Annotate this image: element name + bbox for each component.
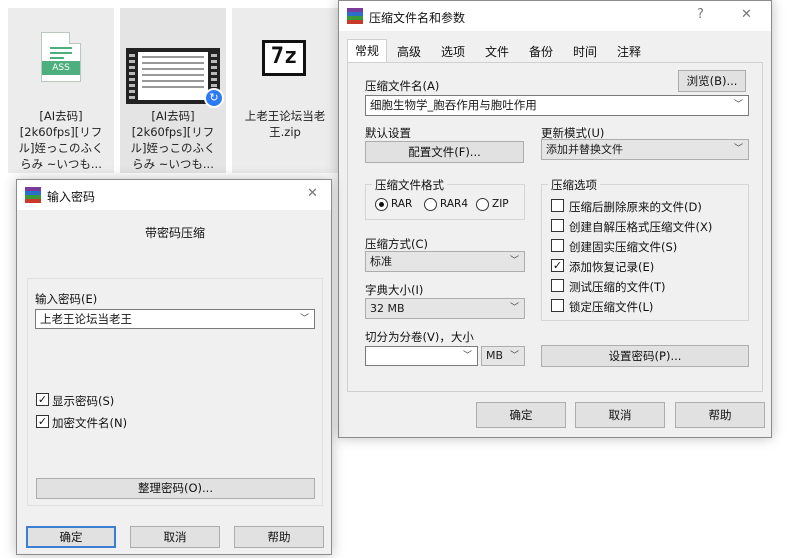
dialog-title: 压缩文件名和参数 xyxy=(369,11,466,25)
default-settings-label: 默认设置 xyxy=(365,126,411,140)
file-name: [AI去码] [2k60fps][リフ ル]姪っこのふく らみ ~いつも... xyxy=(130,109,216,171)
dialog-titlebar: 压缩文件名和参数 ? ✕ xyxy=(339,1,771,31)
tab-general[interactable]: 常规 xyxy=(347,39,387,63)
sync-badge-icon: ↻ xyxy=(204,88,224,108)
7z-archive-icon: 7z xyxy=(262,40,306,76)
split-unit-select[interactable]: MB ﹀ xyxy=(481,346,525,366)
archive-name-label: 压缩文件名(A) xyxy=(365,79,440,93)
recovery-record-checkbox[interactable]: ✓ xyxy=(551,259,564,272)
ok-button[interactable]: 确定 xyxy=(476,402,566,428)
split-label: 切分为分卷(V)，大小 xyxy=(365,330,474,344)
set-password-button[interactable]: 设置密码(P)... xyxy=(541,345,749,367)
tab-time[interactable]: 时间 xyxy=(567,41,603,63)
sfx-checkbox[interactable] xyxy=(551,219,564,232)
password-input[interactable]: 上老王论坛当老王 ﹀ xyxy=(35,309,315,329)
cancel-button[interactable]: 取消 xyxy=(130,526,220,548)
format-zip-radio[interactable] xyxy=(476,198,489,211)
show-password-checkbox[interactable]: ✓ xyxy=(36,393,49,406)
format-group: 压缩文件格式 RAR RAR4 ZIP xyxy=(365,177,525,220)
format-rar4-radio[interactable] xyxy=(424,198,437,211)
file-name: [AI去码] [2k60fps][リフ ル]姪っこのふく らみ ~いつも... xyxy=(18,109,104,171)
tab-files[interactable]: 文件 xyxy=(479,41,515,63)
split-size-input[interactable]: ﹀ xyxy=(365,346,478,366)
file-tile-video[interactable]: ↻ [AI去码] [2k60fps][リフ ル]姪っこのふく らみ ~いつも... xyxy=(120,8,226,173)
help-icon[interactable]: ? xyxy=(697,7,704,22)
winrar-app-icon xyxy=(347,8,363,24)
profiles-button[interactable]: 配置文件(F)... xyxy=(365,141,524,163)
ok-button[interactable]: 确定 xyxy=(26,526,116,548)
tab-advanced[interactable]: 高级 xyxy=(391,41,427,63)
archive-params-dialog: 压缩文件名和参数 ? ✕ 常规 高级 选项 文件 备份 时间 注释 压缩文件名(… xyxy=(338,0,772,438)
password-panel: 输入密码(E) 上老王论坛当老王 ﹀ ✓ 显示密码(S) ✓ 加密文件名(N) 整… xyxy=(27,278,323,506)
method-select[interactable]: 标准 ﹀ xyxy=(365,251,525,272)
organize-passwords-button[interactable]: 整理密码(O)... xyxy=(36,478,315,499)
file-tile-ass[interactable]: ASS [AI去码] [2k60fps][リフ ル]姪っこのふく らみ ~いつも... xyxy=(8,8,114,173)
dict-select[interactable]: 32 MB ﹀ xyxy=(365,298,525,319)
solid-checkbox[interactable] xyxy=(551,239,564,252)
method-label: 压缩方式(C) xyxy=(365,237,429,251)
password-label: 输入密码(E) xyxy=(35,292,98,306)
tab-panel: 压缩文件名(A) 浏览(B)... 细胞生物学_胞吞作用与胞吐作用 ﹀ 默认设置 … xyxy=(347,62,763,392)
dialog-title: 输入密码 xyxy=(47,190,96,204)
test-files-checkbox[interactable] xyxy=(551,279,564,292)
dialog-heading: 带密码压缩 xyxy=(144,226,205,240)
winrar-app-icon xyxy=(25,187,41,203)
tab-options[interactable]: 选项 xyxy=(435,41,471,63)
archive-name-input[interactable]: 细胞生物学_胞吞作用与胞吐作用 ﹀ xyxy=(365,95,749,116)
file-name: 上老王论坛当老 王.zip xyxy=(244,109,326,139)
dict-label: 字典大小(I) xyxy=(365,283,424,297)
tab-backup[interactable]: 备份 xyxy=(523,41,559,63)
help-button[interactable]: 帮助 xyxy=(234,526,324,548)
close-icon[interactable]: ✕ xyxy=(307,186,318,201)
browse-button[interactable]: 浏览(B)... xyxy=(678,70,746,92)
lock-archive-checkbox[interactable] xyxy=(551,299,564,312)
help-button[interactable]: 帮助 xyxy=(675,402,765,428)
ass-file-icon: ASS xyxy=(41,32,81,82)
update-mode-select[interactable]: 添加并替换文件 ﹀ xyxy=(541,139,749,160)
dialog-titlebar: 输入密码 ✕ xyxy=(17,180,331,210)
cancel-button[interactable]: 取消 xyxy=(575,402,665,428)
format-rar-radio[interactable] xyxy=(375,198,388,211)
password-dialog: 输入密码 ✕ 带密码压缩 输入密码(E) 上老王论坛当老王 ﹀ ✓ 显示密码(S)… xyxy=(16,179,332,555)
file-tile-zip[interactable]: 7z 上老王论坛当老 王.zip xyxy=(232,8,338,173)
close-icon[interactable]: ✕ xyxy=(741,7,752,22)
encrypt-names-checkbox[interactable]: ✓ xyxy=(36,415,49,428)
options-group: 压缩选项 压缩后删除原来的文件(D) 创建自解压格式压缩文件(X) 创建固实压缩… xyxy=(541,177,749,321)
delete-after-checkbox[interactable] xyxy=(551,199,564,212)
tab-comment[interactable]: 注释 xyxy=(611,41,647,63)
